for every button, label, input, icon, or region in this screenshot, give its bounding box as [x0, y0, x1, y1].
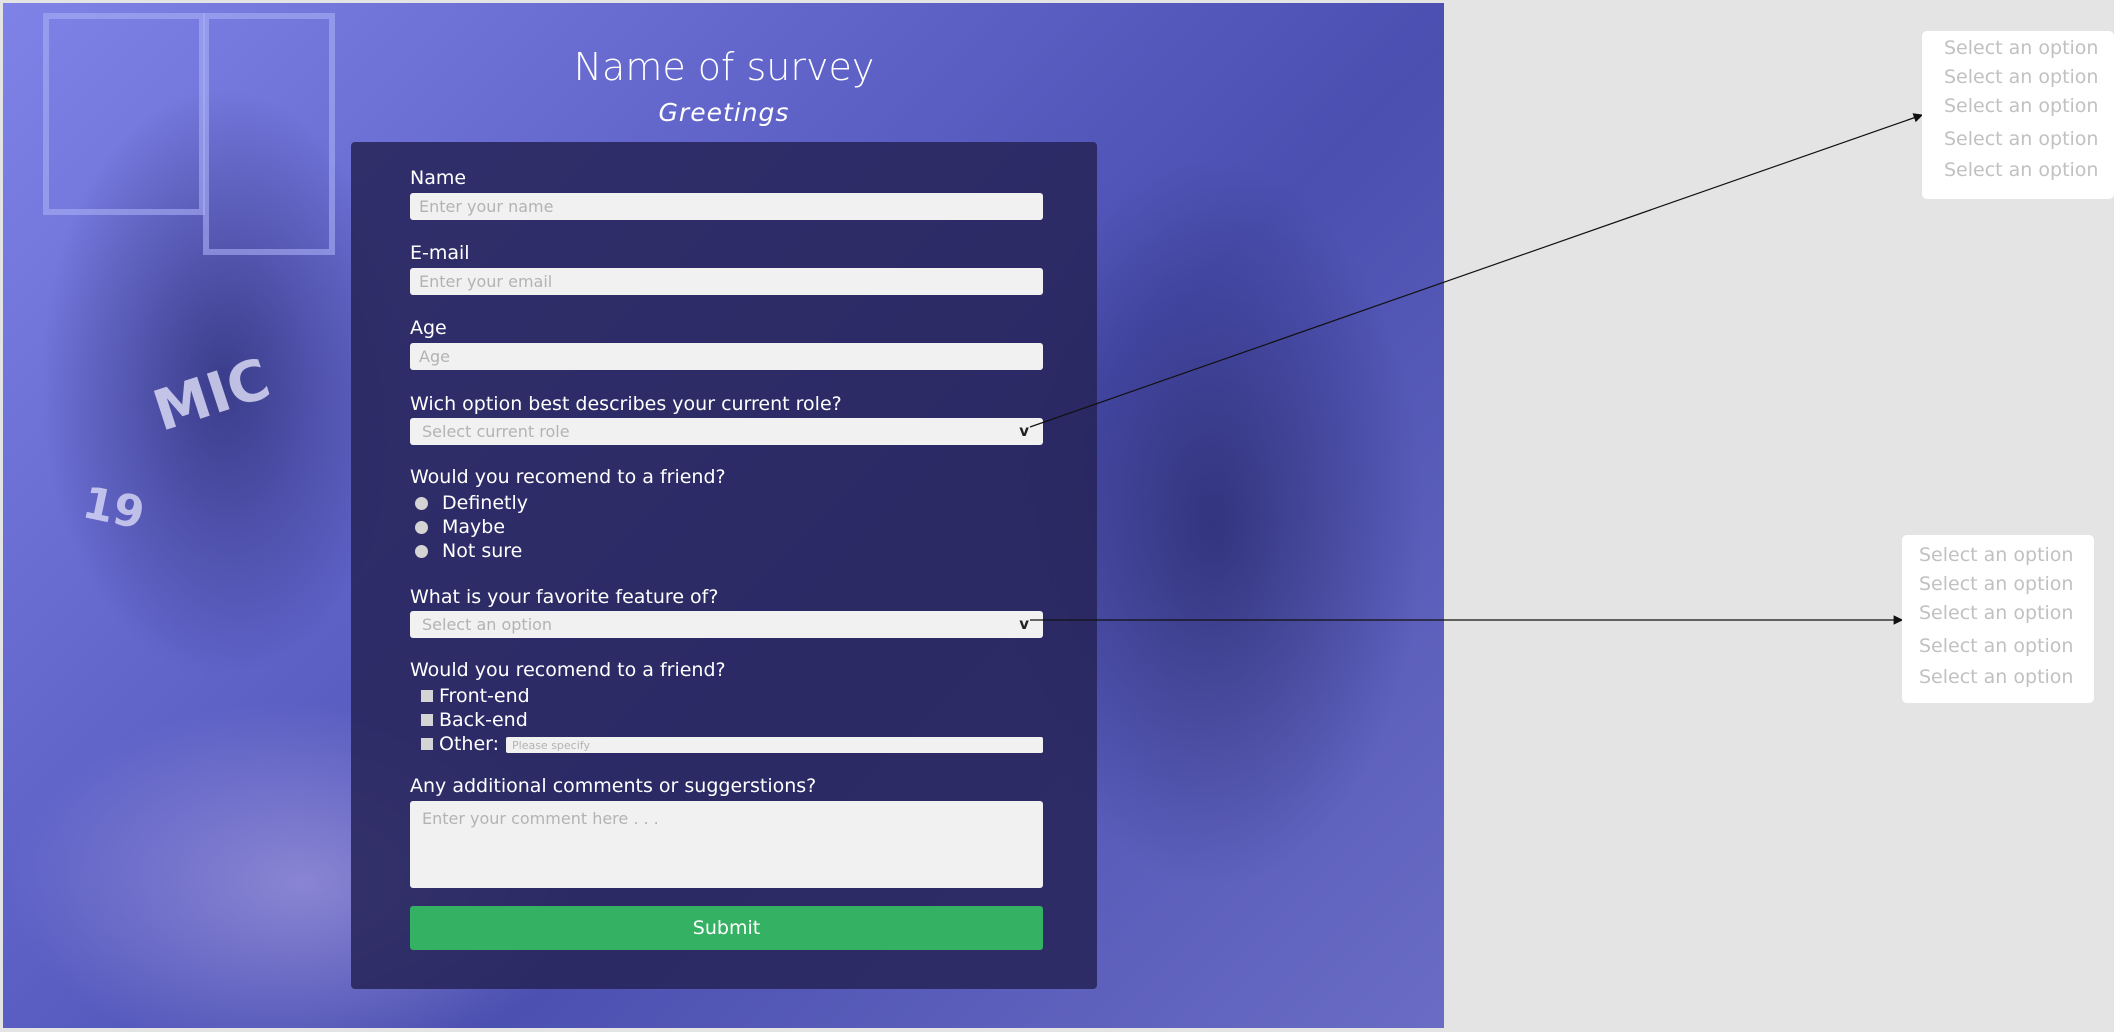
- role-dropdown-arrow: [1029, 113, 1924, 428]
- annotation-arrows: [1029, 113, 1924, 625]
- dropdown-option[interactable]: Select an option: [1944, 37, 2098, 59]
- dropdown-option[interactable]: Select an option: [1919, 602, 2073, 624]
- feature-dropdown-options: Select an option Select an option Select…: [1902, 535, 2094, 703]
- dropdown-option[interactable]: Select an option: [1919, 635, 2073, 657]
- dropdown-option[interactable]: Select an option: [1944, 159, 2098, 181]
- dropdown-option[interactable]: Select an option: [1919, 544, 2073, 566]
- dropdown-option[interactable]: Select an option: [1919, 666, 2073, 688]
- dropdown-option[interactable]: Select an option: [1944, 66, 2098, 88]
- dropdown-option[interactable]: Select an option: [1944, 95, 2098, 117]
- dropdown-option[interactable]: Select an option: [1919, 573, 2073, 595]
- role-dropdown-options: Select an option Select an option Select…: [1922, 31, 2114, 199]
- dropdown-option[interactable]: Select an option: [1944, 128, 2098, 150]
